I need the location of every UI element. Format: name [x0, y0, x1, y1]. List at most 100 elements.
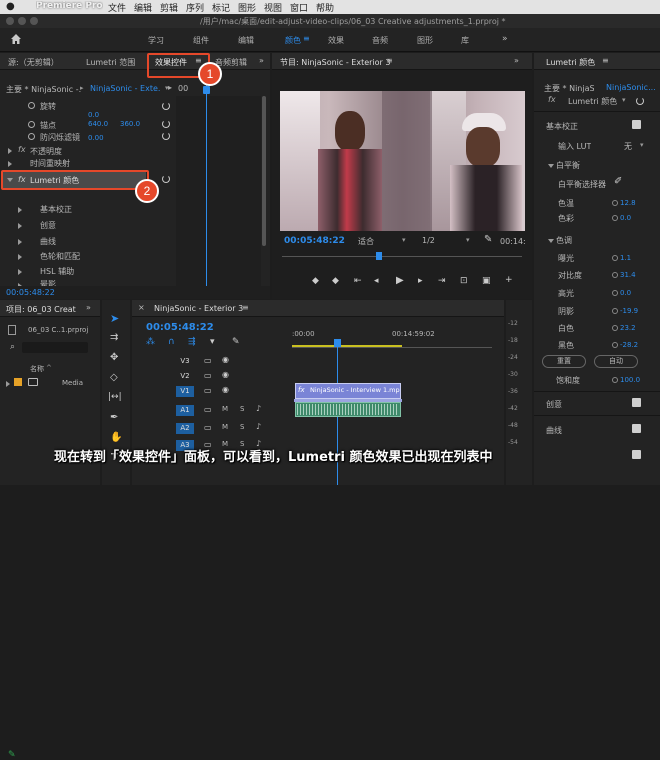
- anchor-y-value[interactable]: 360.0: [120, 120, 140, 128]
- rotate-reset-icon[interactable]: [162, 102, 170, 110]
- basic-correction-section[interactable]: 基本校正: [546, 121, 578, 132]
- whites-slider-knob[interactable]: [612, 325, 618, 331]
- linked-selection-icon[interactable]: ⇶: [188, 337, 196, 347]
- reset-button[interactable]: 重置: [542, 355, 586, 368]
- timeline-menu-icon[interactable]: ≡: [242, 303, 249, 312]
- opacity-label[interactable]: 不透明度: [30, 146, 62, 157]
- lift-icon[interactable]: ⊡: [460, 276, 468, 286]
- program-panel-menu-icon[interactable]: ≡: [386, 56, 393, 65]
- sync-lock-icon[interactable]: ▭: [204, 386, 212, 395]
- menu-item[interactable]: 帮助: [316, 1, 334, 14]
- mini-timeline[interactable]: [176, 96, 261, 286]
- sync-lock-icon[interactable]: ▭: [204, 423, 212, 432]
- quality-dropdown-icon[interactable]: ▾: [466, 236, 470, 244]
- tone-collapse-icon[interactable]: [548, 239, 554, 243]
- effect-controls-timecode[interactable]: 00:05:48:22: [6, 288, 55, 297]
- track-select-tool-icon[interactable]: ⇉: [110, 332, 118, 343]
- saturation-value[interactable]: 100.0: [620, 376, 640, 384]
- mute-button[interactable]: M: [222, 423, 228, 431]
- track-label[interactable]: V3: [176, 356, 194, 367]
- close-window-dot[interactable]: [6, 17, 14, 25]
- hsl-expand-icon[interactable]: [18, 269, 22, 275]
- anchor-stopwatch-icon[interactable]: [28, 121, 35, 128]
- color-wheels-label[interactable]: 色轮和匹配: [40, 251, 80, 262]
- exposure-slider-knob[interactable]: [612, 255, 618, 261]
- track-label[interactable]: V1: [176, 386, 194, 397]
- track-header[interactable]: A2 ▭ M S ♪: [132, 420, 292, 435]
- creative-expand-icon[interactable]: [18, 223, 22, 229]
- lumetri-fx-dropdown-icon[interactable]: ▾: [622, 96, 626, 104]
- saturation-slider-knob[interactable]: [612, 377, 618, 383]
- temperature-value[interactable]: 12.8: [620, 199, 636, 207]
- home-icon[interactable]: [10, 33, 22, 45]
- slip-tool-icon[interactable]: |↔|: [108, 392, 122, 402]
- master-dropdown-icon[interactable]: ▸: [80, 84, 84, 92]
- eye-icon[interactable]: ◉: [222, 370, 229, 379]
- program-scrub-bar[interactable]: [282, 256, 522, 262]
- curves-checkbox[interactable]: [632, 424, 641, 433]
- track-header[interactable]: V2 ▭ ◉: [132, 368, 292, 383]
- opacity-expand-icon[interactable]: [8, 148, 12, 154]
- ripple-edit-tool-icon[interactable]: ✥: [110, 352, 118, 363]
- workspace-tab[interactable]: 库: [461, 35, 469, 46]
- flicker-stopwatch-icon[interactable]: [28, 133, 35, 140]
- shadows-value[interactable]: -19.9: [620, 307, 638, 315]
- project-overflow-icon[interactable]: »: [86, 303, 91, 312]
- whites-value[interactable]: 23.2: [620, 324, 636, 332]
- lumetri-fx-name[interactable]: Lumetri 颜色: [568, 96, 617, 107]
- minimize-window-dot[interactable]: [18, 17, 26, 25]
- basic-correction-label[interactable]: 基本校正: [40, 204, 72, 215]
- menu-item[interactable]: 编辑: [134, 1, 152, 14]
- basic-expand-icon[interactable]: [18, 207, 22, 213]
- input-lut-dropdown-icon[interactable]: ▾: [640, 141, 644, 149]
- input-lut-value[interactable]: 无: [624, 141, 632, 152]
- track-header[interactable]: A1 ▭ M S ♪: [132, 402, 292, 417]
- track-label[interactable]: A2: [176, 423, 194, 434]
- microphone-icon[interactable]: ♪: [256, 422, 261, 431]
- curves-section[interactable]: 曲线: [546, 425, 562, 436]
- settings-wrench-icon[interactable]: ✎: [484, 234, 492, 245]
- step-back-icon[interactable]: ◂: [374, 276, 379, 286]
- menu-item[interactable]: 剪辑: [160, 1, 178, 14]
- name-column-header[interactable]: 名称: [30, 364, 44, 374]
- exposure-value[interactable]: 1.1: [620, 254, 631, 262]
- tone-label[interactable]: 色调: [556, 235, 572, 246]
- workspace-tab[interactable]: 颜色: [285, 35, 301, 46]
- fit-dropdown[interactable]: 适合: [358, 236, 374, 247]
- solo-button[interactable]: S: [240, 405, 244, 413]
- eye-icon[interactable]: ◉: [222, 385, 229, 394]
- track-label[interactable]: A1: [176, 405, 194, 416]
- v1-clip[interactable]: fx NinjaSonic - Interview 1.mp: [295, 383, 401, 399]
- app-name[interactable]: Premiere Pro: [36, 1, 103, 11]
- pencil-icon[interactable]: ✎: [8, 750, 16, 760]
- apple-icon[interactable]: ●: [6, 1, 15, 12]
- fit-dropdown-icon[interactable]: ▾: [402, 236, 406, 244]
- creative-section[interactable]: 创意: [546, 399, 562, 410]
- add-button-icon[interactable]: +: [505, 275, 513, 285]
- play-button[interactable]: ▶: [396, 275, 404, 286]
- name-sort-icon[interactable]: ^: [46, 364, 52, 372]
- video-frame[interactable]: [280, 91, 525, 231]
- play-only-audio-icon[interactable]: ▸: [168, 83, 172, 92]
- mini-playhead[interactable]: [206, 83, 207, 288]
- program-playhead[interactable]: [376, 252, 382, 260]
- lumetri-fx-toggle-icon[interactable]: fx: [548, 95, 556, 104]
- quality-dropdown[interactable]: 1/2: [422, 236, 435, 245]
- shadows-slider-knob[interactable]: [612, 308, 618, 314]
- temperature-slider-knob[interactable]: [612, 200, 618, 206]
- track-header[interactable]: V1 ▭ ◉: [132, 383, 292, 398]
- sequence-clip-label[interactable]: NinjaSonic - Exte...: [90, 84, 160, 93]
- snap-icon[interactable]: ∩: [168, 337, 175, 347]
- hsl-secondary-label[interactable]: HSL 辅助: [40, 266, 74, 277]
- workspace-tab[interactable]: 学习: [148, 35, 164, 46]
- workspace-overflow-icon[interactable]: »: [502, 34, 508, 44]
- timeline-close-icon[interactable]: ×: [138, 303, 145, 312]
- menu-item[interactable]: 窗口: [290, 1, 308, 14]
- menu-item[interactable]: 文件: [108, 1, 126, 14]
- highlights-slider-knob[interactable]: [612, 290, 618, 296]
- rotate-value-display[interactable]: 0.0: [88, 111, 99, 119]
- tab-lumetri-scopes[interactable]: Lumetri 范围: [86, 57, 135, 68]
- sync-lock-icon[interactable]: ▭: [204, 405, 212, 414]
- workspace-tab[interactable]: 编辑: [238, 35, 254, 46]
- workspace-tab[interactable]: 效果: [328, 35, 344, 46]
